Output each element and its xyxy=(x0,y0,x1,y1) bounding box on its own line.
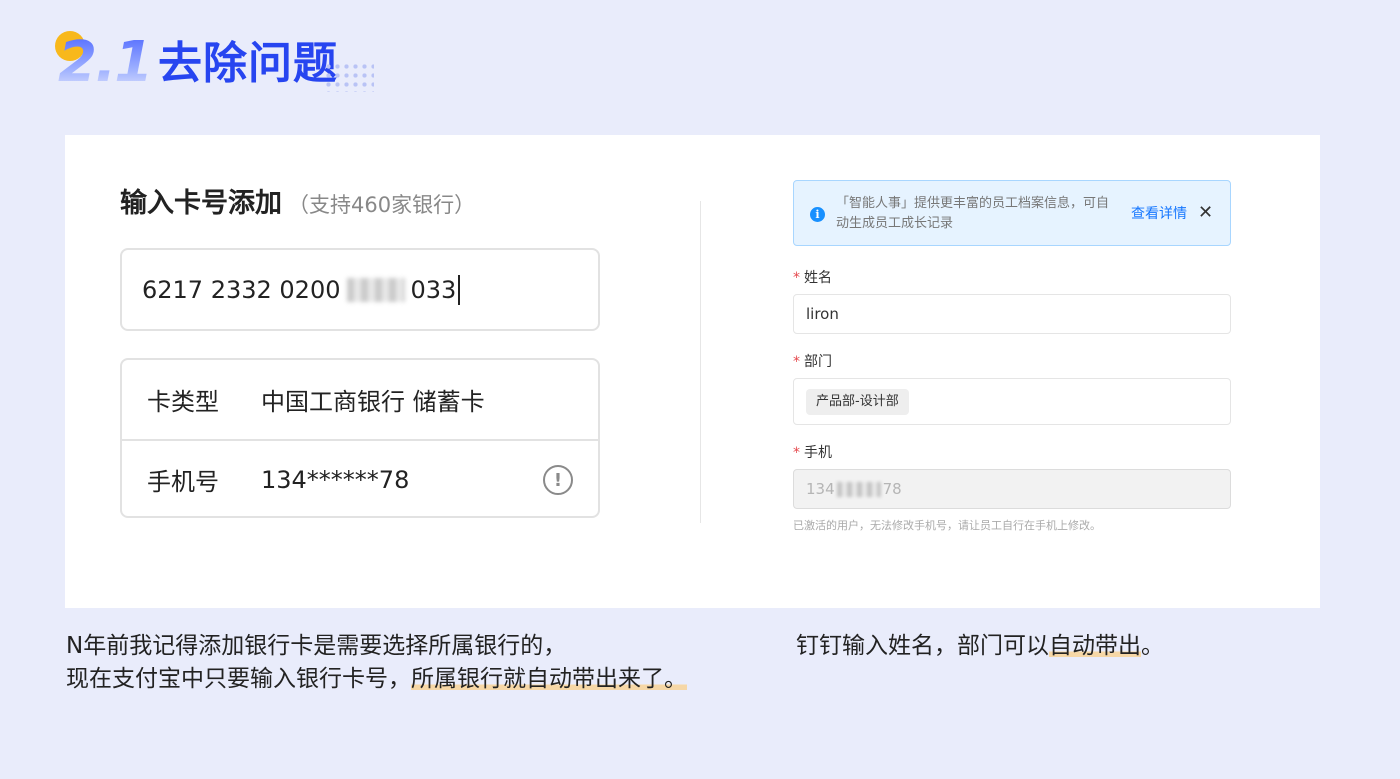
left-caption: N年前我记得添加银行卡是需要选择所属银行的， 现在支付宝中只要输入银行卡号，所属… xyxy=(66,630,687,696)
right-caption-end: 。 xyxy=(1141,633,1164,659)
add-card-title: 输入卡号添加 xyxy=(120,188,282,219)
dept-label-text: 部门 xyxy=(804,354,832,370)
info-alert: i 「智能人事」提供更丰富的员工档案信息，可自动生成员工成长记录 查看详情 ✕ xyxy=(793,180,1231,246)
exclamation-icon[interactable]: ! xyxy=(543,465,573,495)
card-type-row: 卡类型 中国工商银行 储蓄卡 xyxy=(122,360,598,439)
name-input[interactable]: liron xyxy=(793,294,1231,334)
section-header: 2.1 去除问题 xyxy=(52,28,392,98)
left-caption-line1: N年前我记得添加银行卡是需要选择所属银行的， xyxy=(66,633,567,659)
dept-select[interactable]: 产品部-设计部 xyxy=(793,378,1231,425)
right-caption-highlight: 自动带出 xyxy=(1049,633,1141,659)
phone-suffix: 78 xyxy=(882,480,902,498)
card-info-box: 卡类型 中国工商银行 储蓄卡 手机号 134******78 ! xyxy=(120,358,600,518)
phone-prefix: 134 xyxy=(806,480,835,498)
view-details-link[interactable]: 查看详情 xyxy=(1131,204,1187,224)
required-mark: * xyxy=(793,445,800,461)
right-caption: 钉钉输入姓名，部门可以自动带出。 xyxy=(796,630,1164,663)
close-icon[interactable]: ✕ xyxy=(1198,202,1213,224)
info-icon: i xyxy=(810,207,825,222)
masked-digits xyxy=(346,277,405,302)
masked-digits xyxy=(836,481,881,497)
name-field-label: * 姓名 xyxy=(793,269,832,287)
section-title: 去除问题 xyxy=(158,38,338,89)
card-number-suffix: 033 xyxy=(410,275,457,304)
card-number-prefix: 6217 2332 0200 xyxy=(142,275,341,304)
card-type-value: 中国工商银行 储蓄卡 xyxy=(261,388,485,416)
phone-row[interactable]: 手机号 134******78 ! xyxy=(122,439,598,516)
name-value: liron xyxy=(806,305,839,323)
name-label-text: 姓名 xyxy=(804,270,832,286)
phone-hint: 已激活的用户，无法修改手机号，请让员工自行在手机上修改。 xyxy=(793,519,1101,532)
decor-dot-grid xyxy=(324,62,374,92)
alert-text: 「智能人事」提供更丰富的员工档案信息，可自动生成员工成长记录 xyxy=(836,196,1110,231)
phone-label-text: 手机 xyxy=(804,445,832,461)
phone-input-disabled: 134 78 xyxy=(793,469,1231,509)
left-caption-line2: 现在支付宝中只要输入银行卡号，所属银行就自动带出来了。 xyxy=(66,663,687,696)
add-card-heading: 输入卡号添加 （支持460家银行） xyxy=(120,185,475,224)
left-caption-line2-plain: 现在支付宝中只要输入银行卡号， xyxy=(66,666,411,692)
card-number-input[interactable]: 6217 2332 0200 033 xyxy=(120,248,600,331)
right-caption-plain: 钉钉输入姓名，部门可以 xyxy=(796,633,1049,659)
screenshot-panel: 输入卡号添加 （支持460家银行） 6217 2332 0200 033 卡类型 … xyxy=(65,135,1320,608)
dept-field-label: * 部门 xyxy=(793,353,832,371)
phone-label: 手机号 xyxy=(147,468,219,496)
divider xyxy=(700,201,701,523)
required-mark: * xyxy=(793,270,800,286)
card-type-label: 卡类型 xyxy=(147,388,219,416)
section-number: 2.1 xyxy=(58,30,153,95)
left-caption-highlight: 所属银行就自动带出来了。 xyxy=(411,666,687,692)
required-mark: * xyxy=(793,354,800,370)
add-card-subtitle: （支持460家银行） xyxy=(288,193,476,217)
phone-field-label: * 手机 xyxy=(793,444,832,462)
dept-tag[interactable]: 产品部-设计部 xyxy=(806,388,909,415)
text-caret xyxy=(458,274,461,305)
phone-value: 134******78 xyxy=(261,465,410,494)
